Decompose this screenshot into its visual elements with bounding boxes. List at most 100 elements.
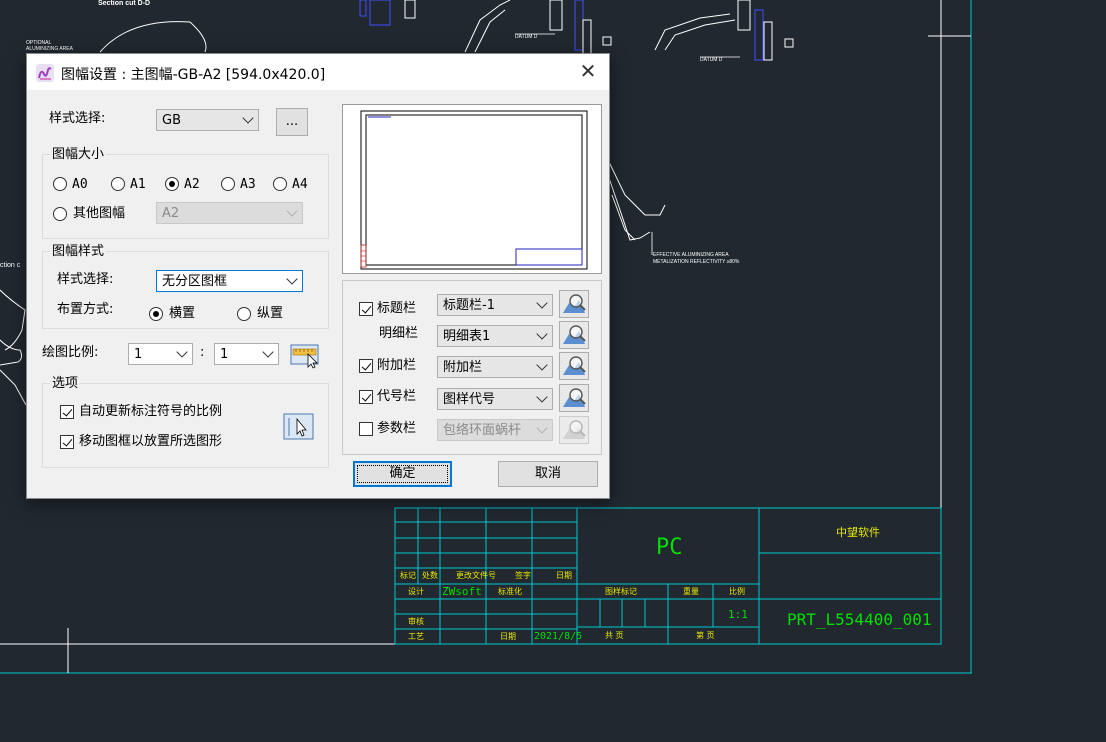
update-scale-label: 自动更新标注符号的比例: [79, 404, 223, 419]
detail-bar-value: 明细表1: [443, 329, 491, 344]
scale-left-dropdown[interactable]: 1: [128, 343, 193, 365]
chevron-down-icon: [242, 112, 254, 124]
scale-separator: :: [200, 345, 205, 360]
update-scale-checkbox[interactable]: [60, 405, 74, 419]
parameter-bar-checkbox[interactable]: [359, 422, 373, 436]
other-size-label: 其他图幅: [73, 206, 126, 221]
additional-bar-label: 附加栏: [377, 358, 417, 373]
scale-right-value: 1: [220, 347, 229, 362]
pick-scale-icon[interactable]: [290, 341, 320, 369]
chevron-down-icon: [536, 422, 548, 434]
additional-bar-value: 附加栏: [443, 360, 483, 375]
metalization-label: METALIZATION REFLECTIVITY ≥80%: [653, 259, 740, 265]
tb-total-pages: 共 页: [605, 631, 624, 640]
close-icon[interactable]: ✕: [575, 58, 601, 84]
detail-bar-preview-button[interactable]: [559, 321, 589, 349]
magnifier-icon: [563, 356, 586, 375]
options-group-title: 选项: [50, 376, 81, 391]
detail-bar-dropdown[interactable]: 明细表1: [437, 325, 553, 347]
code-bar-dropdown[interactable]: 图样代号: [437, 388, 553, 410]
detail-bar-label: 明细栏: [379, 326, 419, 341]
style-select-dropdown[interactable]: GB: [156, 109, 259, 131]
app-logo-icon: [36, 64, 54, 82]
tb-header-date: 日期: [556, 571, 572, 580]
frame-style-dropdown[interactable]: 无分区图框: [156, 270, 303, 292]
parameter-bar-dropdown[interactable]: 包络环面蜗杆: [437, 419, 553, 441]
datum-d-label-2: DATUM D: [700, 57, 723, 63]
browse-button[interactable]: ...: [276, 108, 308, 136]
frame-size-group-title: 图幅大小: [50, 147, 107, 162]
section-side-label: ction c: [0, 262, 21, 269]
effective-area-label: EFFECTIVE ALUMINIZING AREA: [653, 252, 729, 258]
size-a3-label: A3: [240, 177, 256, 192]
size-a0-label: A0: [72, 177, 88, 192]
tb-drawing-number: PRT_L554400_001: [787, 610, 932, 629]
frame-size-group: [42, 154, 329, 239]
tb-header-count: 处数: [422, 571, 438, 580]
title-bar-dropdown[interactable]: 标题栏-1: [437, 294, 553, 316]
chevron-down-icon: [286, 273, 298, 285]
other-size-dropdown[interactable]: A2: [156, 202, 303, 224]
style-select-value: GB: [162, 113, 181, 128]
layout-label: 布置方式:: [57, 302, 114, 317]
radio-size-a0[interactable]: [53, 177, 67, 191]
tb-scale-label: 比例: [729, 587, 745, 596]
tb-reviewer-label: 审核: [408, 617, 424, 626]
frame-preview-drawing: [360, 110, 588, 270]
parameter-bar-value: 包络环面蜗杆: [443, 423, 522, 438]
additional-bar-checkbox[interactable]: [359, 359, 373, 373]
radio-layout-portrait[interactable]: [237, 307, 251, 321]
tb-date-label: 日期: [500, 632, 516, 641]
chevron-down-icon: [286, 205, 298, 217]
tb-designer-label: 设计: [408, 587, 424, 596]
move-frame-checkbox[interactable]: [60, 435, 74, 449]
layout-portrait-label: 纵置: [257, 306, 284, 321]
radio-layout-landscape[interactable]: [149, 307, 163, 321]
cancel-button[interactable]: 取消: [498, 461, 598, 487]
tb-material: PC: [656, 535, 683, 560]
parameter-bar-preview-button[interactable]: [559, 416, 589, 444]
scale-right-dropdown[interactable]: 1: [214, 343, 279, 365]
layout-landscape-label: 横置: [169, 306, 196, 321]
title-bar-label: 标题栏: [377, 301, 417, 316]
tb-weight-label: 重量: [683, 587, 699, 596]
magnifier-icon: [563, 325, 586, 344]
title-bar-preview-button[interactable]: [559, 290, 589, 318]
other-size-value: A2: [162, 206, 180, 221]
tb-page-number: 第 页: [696, 631, 715, 640]
title-bar-checkbox[interactable]: [359, 302, 373, 316]
tb-header-mark: 标记: [400, 571, 416, 580]
magnifier-icon: [563, 294, 586, 313]
tb-designer-value: ZWsoft: [442, 585, 482, 598]
additional-bar-dropdown[interactable]: 附加栏: [437, 356, 553, 378]
additional-bar-preview-button[interactable]: [559, 352, 589, 380]
tb-process-label: 工艺: [408, 632, 424, 641]
radio-size-a1[interactable]: [111, 177, 125, 191]
tb-scale-value: 1:1: [728, 608, 748, 621]
chevron-down-icon: [536, 359, 548, 371]
dialog-titlebar[interactable]: 图幅设置 : 主图幅-GB-A2 [594.0x420.0] ✕: [27, 54, 609, 90]
size-a2-label: A2: [184, 177, 200, 192]
tb-date-value: 2021/8/5: [534, 631, 583, 642]
chevron-down-icon: [176, 346, 188, 358]
magnifier-icon: [563, 388, 586, 407]
ok-button[interactable]: 确定: [353, 461, 452, 487]
title-bar-value: 标题栏-1: [443, 298, 495, 313]
chevron-down-icon: [536, 297, 548, 309]
optional-area-label-2: ALUMINIZING AREA: [26, 46, 73, 52]
frame-style-value: 无分区图框: [162, 274, 228, 289]
size-a1-label: A1: [130, 177, 146, 192]
select-objects-icon[interactable]: [283, 412, 315, 442]
radio-size-a4[interactable]: [273, 177, 287, 191]
code-bar-checkbox[interactable]: [359, 390, 373, 404]
move-frame-label: 移动图框以放置所选图形: [79, 434, 223, 449]
radio-size-other[interactable]: [53, 207, 67, 221]
tb-standardization-label: 标准化: [498, 587, 522, 596]
chevron-down-icon: [262, 346, 274, 358]
radio-size-a3[interactable]: [221, 177, 235, 191]
size-a4-label: A4: [292, 177, 308, 192]
section-cut-label: Section cut D-D: [98, 0, 151, 7]
code-bar-preview-button[interactable]: [559, 384, 589, 412]
radio-size-a2[interactable]: [165, 177, 179, 191]
code-bar-label: 代号栏: [377, 389, 417, 404]
